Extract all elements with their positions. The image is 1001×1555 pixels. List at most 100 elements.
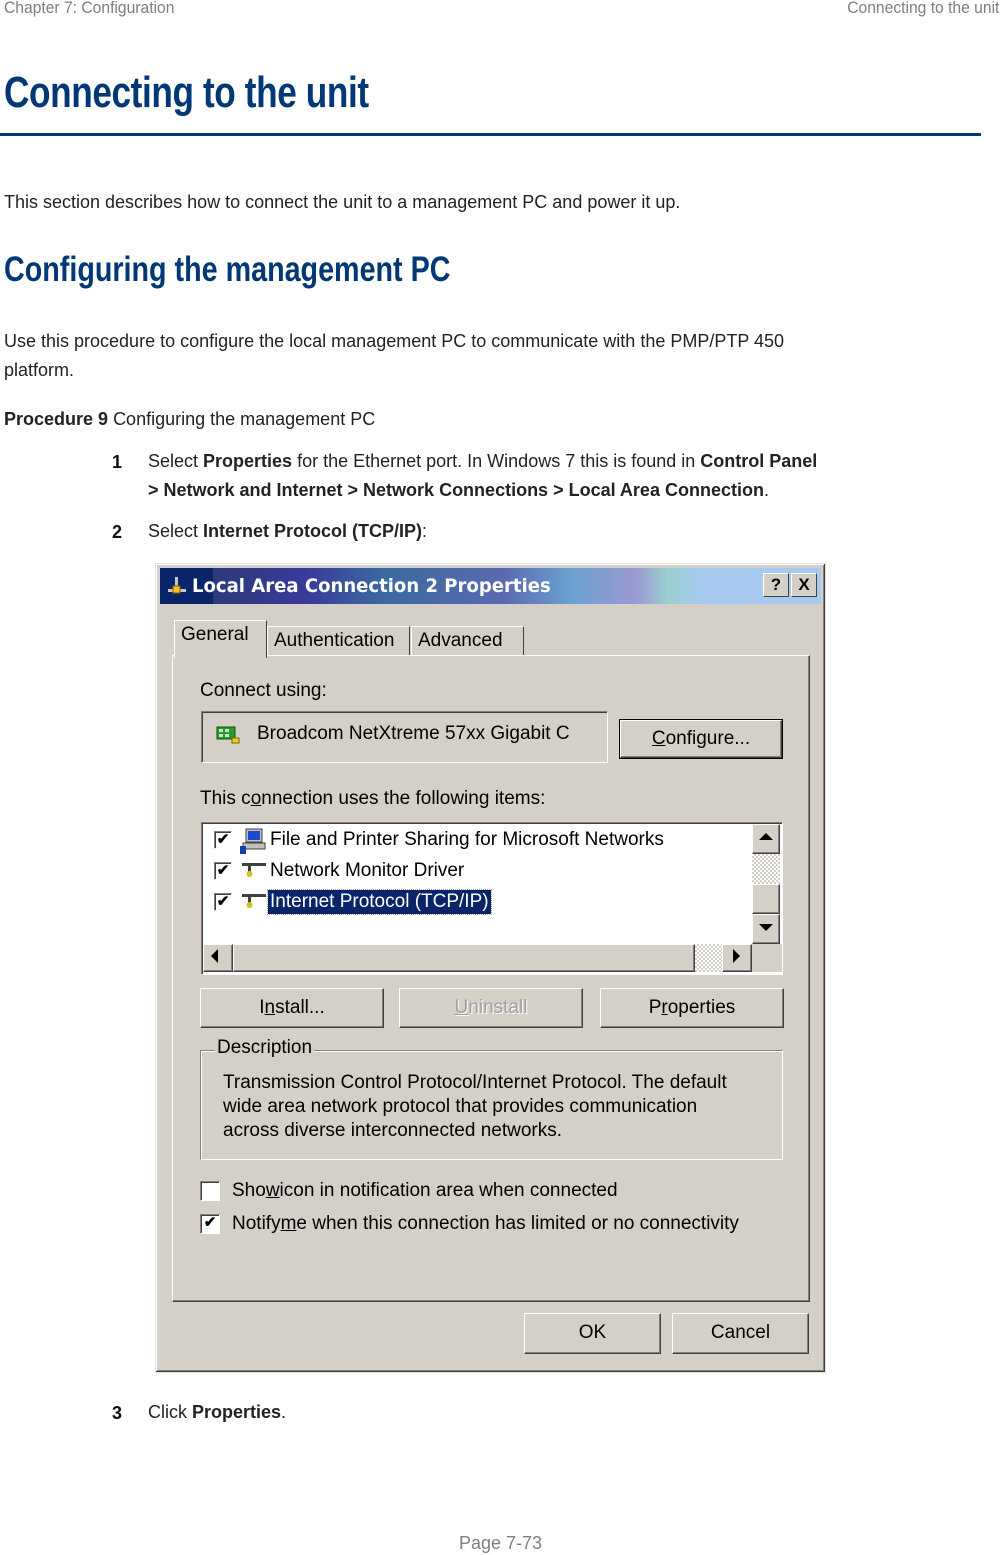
items-label-pre: This c (200, 788, 251, 809)
properties-dialog: Local Area Connection 2 Properties ? X G… (155, 563, 826, 1373)
body-line-1: Use this procedure to configure the loca… (4, 331, 785, 351)
scroll-down-button[interactable] (752, 914, 780, 944)
show-icon-checkbox-row[interactable]: Sho w icon in notification area when conn… (200, 1180, 618, 1202)
step-3-text-a: Click (148, 1402, 192, 1422)
section-heading: Connecting to the unit (4, 68, 369, 117)
scroll-left-button[interactable] (203, 944, 233, 972)
item-checkbox[interactable]: ✔ (214, 862, 232, 880)
properties-label-pre: P (648, 997, 662, 1018)
properties-button[interactable]: Properties (600, 988, 784, 1028)
item-label: File and Printer Sharing for Microsoft N… (270, 829, 664, 850)
notify-label-pre: Notify (232, 1213, 281, 1234)
description-line: across diverse interconnected networks. (223, 1120, 562, 1141)
procedure-caption: Procedure 9 Configuring the management P… (4, 405, 375, 434)
notify-label-post: e when this connection has limited or no… (296, 1213, 739, 1234)
network-protocol-icon (240, 890, 268, 914)
notify-checkbox-row[interactable]: ✔ Notify me when this connection has lim… (200, 1213, 739, 1235)
configure-button[interactable]: Configure... (619, 719, 783, 759)
description-line: Transmission Control Protocol/Internet P… (223, 1072, 727, 1093)
step-2-text-c: : (422, 521, 428, 541)
subsection-heading: Configuring the management PC (4, 250, 451, 289)
step-2-text-a: Select (148, 521, 204, 541)
tab-general[interactable]: General (174, 620, 267, 658)
step-2-keyword: Internet Protocol (TCP/IP) (203, 521, 423, 541)
scroll-right-button[interactable] (722, 944, 752, 972)
step-number-3: 3 (112, 1403, 123, 1423)
tab-authentication[interactable]: Authentication (267, 626, 410, 656)
show-icon-label-pre: Sho (232, 1180, 266, 1201)
description-line: wide area network protocol that provides… (223, 1096, 698, 1117)
configure-label-accel: C (651, 728, 666, 749)
show-icon-label-post: icon in notification area when connected (279, 1180, 618, 1201)
arrow-up-icon (759, 833, 773, 840)
arrow-right-icon (733, 949, 740, 963)
cancel-button[interactable]: Cancel (672, 1313, 809, 1354)
step-1-text-c: for the Ethernet port. In Windows 7 this… (292, 451, 701, 471)
ok-button[interactable]: OK (524, 1313, 661, 1354)
step-1-keyword-control-panel: Control Panel (700, 451, 818, 471)
computer-icon (240, 828, 268, 854)
network-adapter-icon (216, 724, 240, 744)
scroll-up-button[interactable] (752, 824, 780, 854)
help-button[interactable]: ? (763, 573, 789, 597)
general-tab-panel: Connect using: Broadcom NetXtreme 57xx G… (172, 655, 810, 1302)
heading-rule (0, 133, 981, 136)
network-connection-icon (166, 575, 188, 597)
uninstall-label-post: ninstall (468, 997, 528, 1018)
list-item[interactable]: ✔ Network Monitor Driver (214, 856, 466, 886)
dialog-titlebar[interactable]: Local Area Connection 2 Properties ? X (160, 568, 821, 604)
step-1-text-a: Select (148, 451, 204, 471)
show-icon-checkbox[interactable] (200, 1181, 220, 1201)
page-number: Page 7-73 (458, 1533, 543, 1553)
adapter-name: Broadcom NetXtreme 57xx Gigabit C (257, 723, 570, 744)
uninstall-label-accel: U (454, 997, 469, 1018)
adapter-field: Broadcom NetXtreme 57xx Gigabit C (201, 711, 608, 763)
scrollbar-corner (752, 944, 782, 972)
connect-using-label: Connect using: (200, 680, 327, 701)
components-list[interactable]: ✔ File and Printer Sharing for Microsoft… (201, 822, 783, 975)
horizontal-scroll-thumb[interactable] (233, 944, 695, 972)
items-label-accel: o (250, 788, 262, 809)
procedure-label: Procedure 9 (4, 409, 109, 429)
item-checkbox[interactable]: ✔ (214, 893, 232, 911)
running-header-section: Connecting to the unit (846, 0, 999, 17)
install-button[interactable]: Install... (200, 988, 384, 1028)
item-label-selected: Internet Protocol (TCP/IP) (267, 889, 492, 915)
step-1-text: Select Properties for the Ethernet port.… (148, 447, 978, 505)
notify-checkbox[interactable]: ✔ (200, 1214, 220, 1234)
arrow-down-icon (759, 924, 773, 931)
arrow-left-icon (211, 949, 218, 963)
vertical-scroll-track[interactable] (752, 854, 780, 884)
step-number-2: 2 (112, 522, 123, 542)
body-paragraph: Use this procedure to configure the loca… (4, 327, 784, 385)
item-label: Network Monitor Driver (270, 860, 465, 881)
intro-paragraph: This section describes how to connect th… (4, 192, 681, 212)
step-1-keyword-path: > Network and Internet > Network Connect… (148, 480, 764, 500)
description-group: Description Transmission Control Protoco… (200, 1037, 783, 1160)
show-icon-label-accel: w (265, 1180, 280, 1201)
list-item[interactable]: ✔ Internet Protocol (TCP/IP) (214, 887, 492, 917)
body-line-2: platform. (4, 360, 75, 380)
step-1-text-f: . (763, 480, 769, 500)
step-3-keyword: Properties (192, 1402, 282, 1422)
configure-label-post: onfigure... (665, 728, 751, 749)
list-item[interactable]: ✔ File and Printer Sharing for Microsoft… (214, 825, 666, 855)
step-3-text-c: . (281, 1402, 287, 1422)
install-label-post: stall... (275, 997, 325, 1018)
items-label-post: nnection uses the following items: (261, 788, 546, 809)
tab-advanced[interactable]: Advanced (411, 626, 524, 656)
step-3-text: Click Properties. (148, 1398, 978, 1427)
description-title: Description (215, 1037, 315, 1059)
horizontal-scroll-track[interactable] (695, 944, 722, 972)
close-button[interactable]: X (791, 573, 817, 597)
install-label-accel: n (264, 997, 276, 1018)
item-checkbox[interactable]: ✔ (214, 831, 232, 849)
dialog-title: Local Area Connection 2 Properties (192, 575, 551, 597)
vertical-scroll-thumb[interactable] (752, 884, 780, 914)
uninstall-button[interactable]: Uninstall (399, 988, 583, 1028)
items-label: This connection uses the following items… (200, 788, 545, 810)
description-text: Transmission Control Protocol/Internet P… (223, 1071, 783, 1143)
running-header-chapter: Chapter 7: Configuration (4, 0, 175, 17)
procedure-title: Configuring the management PC (113, 409, 376, 429)
notify-label-accel: m (280, 1213, 297, 1234)
